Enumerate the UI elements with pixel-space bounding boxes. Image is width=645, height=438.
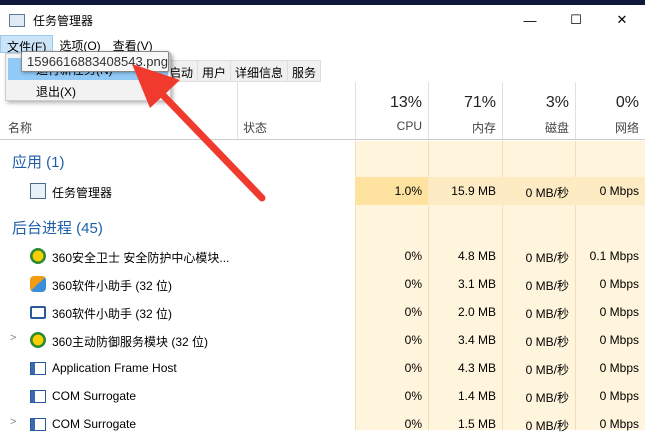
red-arrow-annotation [132,64,266,202]
